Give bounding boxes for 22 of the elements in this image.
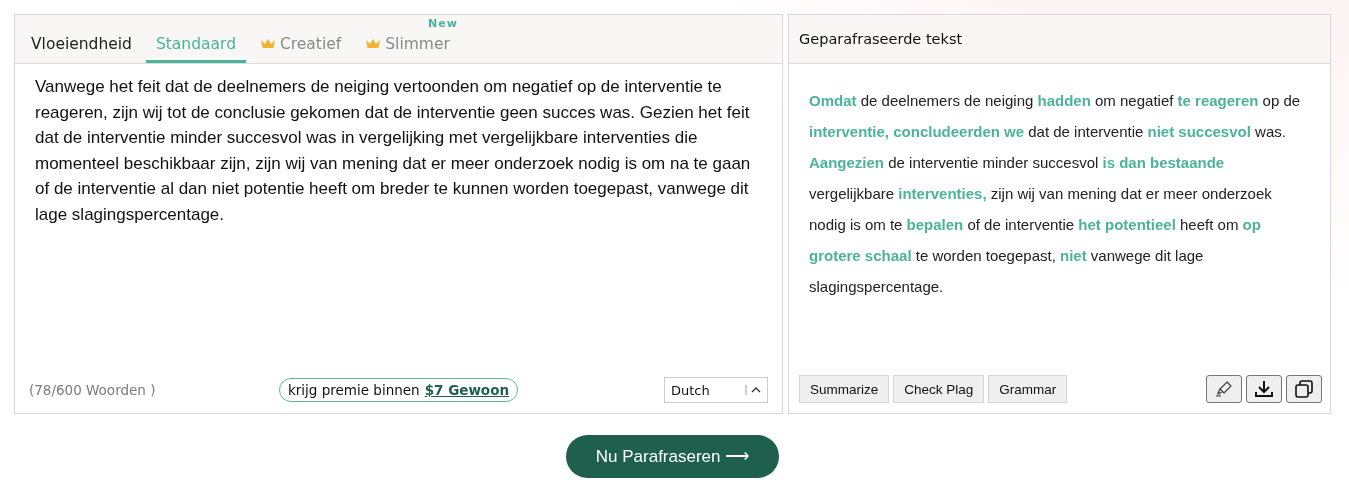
copy-icon — [1294, 379, 1314, 399]
download-icon — [1254, 379, 1274, 399]
highlighter-button[interactable] — [1206, 375, 1242, 403]
eraser-icon — [1215, 380, 1233, 398]
crown-icon — [365, 37, 382, 50]
language-select[interactable]: Dutch — [664, 377, 768, 403]
action-button[interactable]: Grammar — [988, 375, 1068, 403]
action-button[interactable]: Check Plag — [893, 375, 985, 403]
action-button[interactable]: Summarize — [799, 375, 890, 403]
output-title: Geparafraseerde tekst — [799, 31, 963, 47]
word-count: (78/600 Woorden ) — [29, 382, 157, 398]
new-label: New — [427, 17, 458, 30]
promo-text: krijg premie binnen — [288, 382, 420, 398]
crown-icon — [259, 37, 276, 50]
premium-link[interactable]: $7 Gewoon — [424, 382, 509, 398]
caret-icon — [745, 384, 763, 396]
download-button[interactable] — [1246, 375, 1282, 403]
copy-button[interactable] — [1286, 375, 1322, 403]
input-text[interactable]: Vanwege het feit dat de deelnemers de neiging vertoonden om negatief op de interventie te reageren, zijn wij tot de conclusie gekomen dat de interventie geen succes was. Gezien het feit dat de interventie minder succesvol was in vergelijking met vergelijkbare interventies die momenteel beschikbaar zijn, zijn wij van mening dat er meer onderzoek nodig is om na te gaan of de interventie al dan niet potentie heeft om breder te kunnen worden toegepast, vanwege dit lage slagingspercentage. — [15, 64, 782, 377]
mode-tab[interactable]: Vloeiendheid — [21, 15, 142, 63]
paraphrase-button[interactable]: Nu Parafraseren ⟶ — [565, 435, 780, 478]
paraphrased-text: Omdat de deelnemers de neiging hadden om negatief te reageren op de interventie, concludeerden we dat de interventie niet succesvol was. Aangezien de interventie minder succesvol is dan bestaande vergelijkbare interventies, zijn wij van mening dat er meer onderzoek nodig is om te bepalen of de interventie het potentieel heeft om op grotere schaal te worden toegepast, niet vanwege dit lage slagingspercentage. — [808, 91, 1302, 297]
